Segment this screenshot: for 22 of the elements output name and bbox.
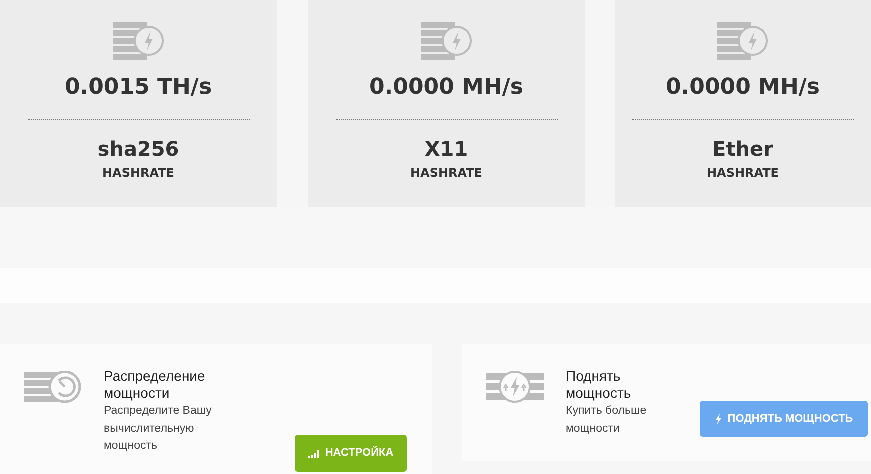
- action-description: Купить больше мощности: [566, 404, 648, 436]
- lightning-icon: [714, 414, 722, 424]
- hashrate-value: 0.0015 TH/s: [64, 75, 212, 102]
- action-title: Распределение мощности: [104, 368, 206, 402]
- hashrate-label: HASHRATE: [707, 165, 779, 182]
- server-gauge-icon: [24, 371, 82, 403]
- server-bolt-icon: [717, 22, 769, 60]
- hashrate-label: HASHRATE: [102, 165, 174, 182]
- action-description: Распределите Вашу вычислительную мощность: [104, 404, 213, 454]
- action-title: Поднять мощность: [566, 368, 632, 402]
- algorithm-name: Ether: [712, 137, 774, 162]
- server-bolt-icon: [112, 22, 164, 60]
- upgrade-power-button[interactable]: ПОДНЯТЬ МОЩНОСТЬ: [700, 401, 868, 437]
- server-bolt-icon: [420, 22, 472, 60]
- hashrate-label: HASHRATE: [410, 165, 482, 182]
- algorithm-name: X11: [424, 137, 468, 162]
- server-bolt-icon: [486, 371, 544, 403]
- settings-button[interactable]: НАСТРОЙКА: [295, 435, 407, 472]
- algorithm-name: sha256: [98, 137, 180, 162]
- hashrate-value: 0.0000 MH/s: [666, 75, 820, 102]
- signal-bars-icon: [308, 450, 320, 458]
- hashrate-value: 0.0000 MH/s: [370, 75, 524, 102]
